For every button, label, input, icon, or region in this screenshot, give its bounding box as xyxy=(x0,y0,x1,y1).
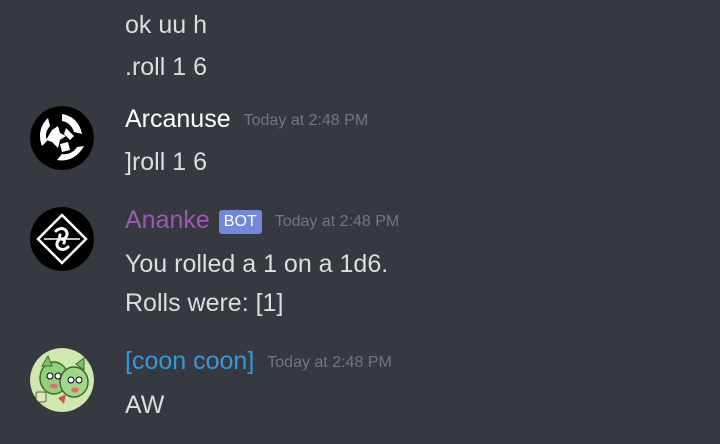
username-ananke[interactable]: Ananke xyxy=(125,205,210,235)
message-header-ananke: Ananke BOT Today at 2:48 PM xyxy=(125,205,399,235)
message-text: ]roll 1 6 xyxy=(125,148,207,176)
message-text: Rolls were: [1] xyxy=(125,289,284,317)
bot-tag: BOT xyxy=(218,209,262,234)
username-arcanuse[interactable]: Arcanuse xyxy=(125,104,231,134)
green-creature-icon xyxy=(30,348,94,412)
message-header-coon: [coon coon] Today at 2:48 PM xyxy=(125,346,392,376)
timestamp[interactable]: Today at 2:48 PM xyxy=(244,111,369,131)
message-text: ok uu h xyxy=(125,11,208,39)
timestamp[interactable]: Today at 2:48 PM xyxy=(267,353,392,373)
message-text: .roll 1 6 xyxy=(125,53,207,81)
username-coon-coon[interactable]: [coon coon] xyxy=(125,346,254,376)
avatar-ananke[interactable] xyxy=(30,207,94,271)
message-text: You rolled a 1 on a 1d6. xyxy=(125,250,389,278)
tri-swirl-icon xyxy=(30,106,94,170)
timestamp[interactable]: Today at 2:48 PM xyxy=(275,212,400,232)
avatar-arcanuse[interactable] xyxy=(30,106,94,170)
diamond-swirl-icon xyxy=(30,207,94,271)
message-text: AW xyxy=(125,391,165,419)
chat-message-list: ok uu h .roll 1 6 Arcanuse Today at 2:48… xyxy=(0,0,720,444)
message-header-arcanuse: Arcanuse Today at 2:48 PM xyxy=(125,104,368,134)
avatar-coon-coon[interactable] xyxy=(30,348,94,412)
